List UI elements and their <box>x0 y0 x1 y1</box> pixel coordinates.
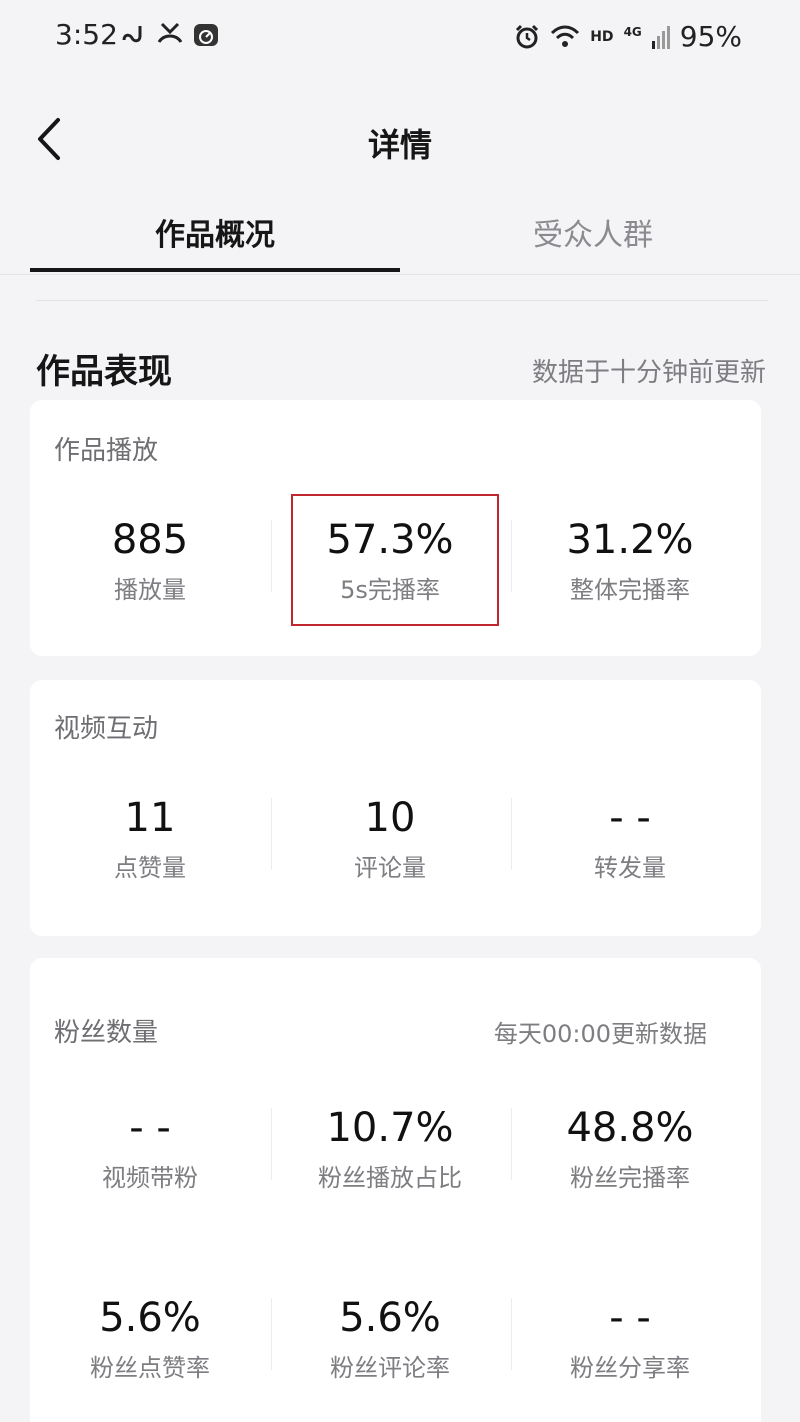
metric-shares[interactable]: - - 转发量 <box>510 794 750 882</box>
metric-value: 10 <box>364 795 416 841</box>
metric-value: 885 <box>111 517 189 563</box>
metric-fan-share-rate[interactable]: - - 粉丝分享率 <box>510 1294 750 1382</box>
tab-overview[interactable]: 作品概况 <box>30 210 400 254</box>
metric-overall-completion[interactable]: 31.2% 整体完播率 <box>510 516 750 604</box>
tab-active-indicator <box>30 268 400 272</box>
metric-label: 转发量 <box>594 854 666 882</box>
metric-value: 5.6% <box>99 1295 201 1341</box>
metric-value: 31.2% <box>566 517 694 563</box>
wifi-icon <box>551 25 580 47</box>
section-title: 作品表现 <box>36 352 172 392</box>
metric-label: 粉丝评论率 <box>330 1354 450 1382</box>
missed-call-icon <box>157 22 183 43</box>
network-indicator: 4G <box>623 24 642 39</box>
metric-fan-like-rate[interactable]: 5.6% 粉丝点赞率 <box>30 1294 270 1382</box>
divider <box>36 300 768 301</box>
metric-value: - - <box>609 795 651 841</box>
status-bar: 3:52 HD 4G 95% <box>0 0 800 72</box>
metric-value: 10.7% <box>326 1105 454 1151</box>
metric-label: 评论量 <box>354 854 426 882</box>
battery-level: 95% <box>679 20 742 53</box>
hd-indicator: HD <box>590 28 614 45</box>
card-title: 粉丝数量 <box>54 1018 159 1048</box>
card-interaction: 视频互动 11 点赞量 10 评论量 - - 转发量 <box>30 680 761 936</box>
metric-label: 视频带粉 <box>102 1164 198 1192</box>
metric-label: 粉丝播放占比 <box>318 1164 462 1192</box>
card-title: 视频互动 <box>54 714 159 744</box>
status-left-icons <box>120 20 220 48</box>
speedometer-icon <box>194 24 218 46</box>
link-icon <box>122 26 142 43</box>
metric-label: 粉丝点赞率 <box>90 1354 210 1382</box>
highlight-annotation-box <box>291 494 499 626</box>
status-time: 3:52 <box>55 18 118 51</box>
tab-audience[interactable]: 受众人群 <box>400 210 786 254</box>
metric-value: - - <box>129 1105 171 1151</box>
metric-value: 5.6% <box>339 1295 441 1341</box>
metric-label: 播放量 <box>114 576 186 604</box>
metric-label: 点赞量 <box>114 854 186 882</box>
metric-label: 粉丝分享率 <box>570 1354 690 1382</box>
metric-likes[interactable]: 11 点赞量 <box>30 794 270 882</box>
metric-value: 11 <box>124 795 176 841</box>
card-fans: 粉丝数量 每天00:00更新数据 - - 视频带粉 10.7% 粉丝播放占比 4… <box>30 958 761 1422</box>
metric-fan-comment-rate[interactable]: 5.6% 粉丝评论率 <box>270 1294 510 1382</box>
metric-value: 48.8% <box>566 1105 694 1151</box>
nav-bar: 详情 <box>0 100 800 180</box>
status-right: HD 4G 95% <box>514 20 742 53</box>
metric-value: - - <box>609 1295 651 1341</box>
tab-bar: 作品概况 受众人群 <box>0 196 800 275</box>
metric-video-fans[interactable]: - - 视频带粉 <box>30 1104 270 1192</box>
metric-fan-play-share[interactable]: 10.7% 粉丝播放占比 <box>270 1104 510 1192</box>
metric-play-count[interactable]: 885 播放量 <box>30 516 270 604</box>
metric-fan-completion[interactable]: 48.8% 粉丝完播率 <box>510 1104 750 1192</box>
section-update-note: 数据于十分钟前更新 <box>531 358 766 388</box>
card-update-note: 每天00:00更新数据 <box>493 1020 707 1048</box>
card-title: 作品播放 <box>54 436 159 466</box>
page-title: 详情 <box>367 126 432 164</box>
signal-icon <box>651 25 670 49</box>
metric-comments[interactable]: 10 评论量 <box>270 794 510 882</box>
metric-label: 整体完播率 <box>570 576 690 604</box>
alarm-icon <box>516 24 539 48</box>
metric-label: 粉丝完播率 <box>570 1164 690 1192</box>
